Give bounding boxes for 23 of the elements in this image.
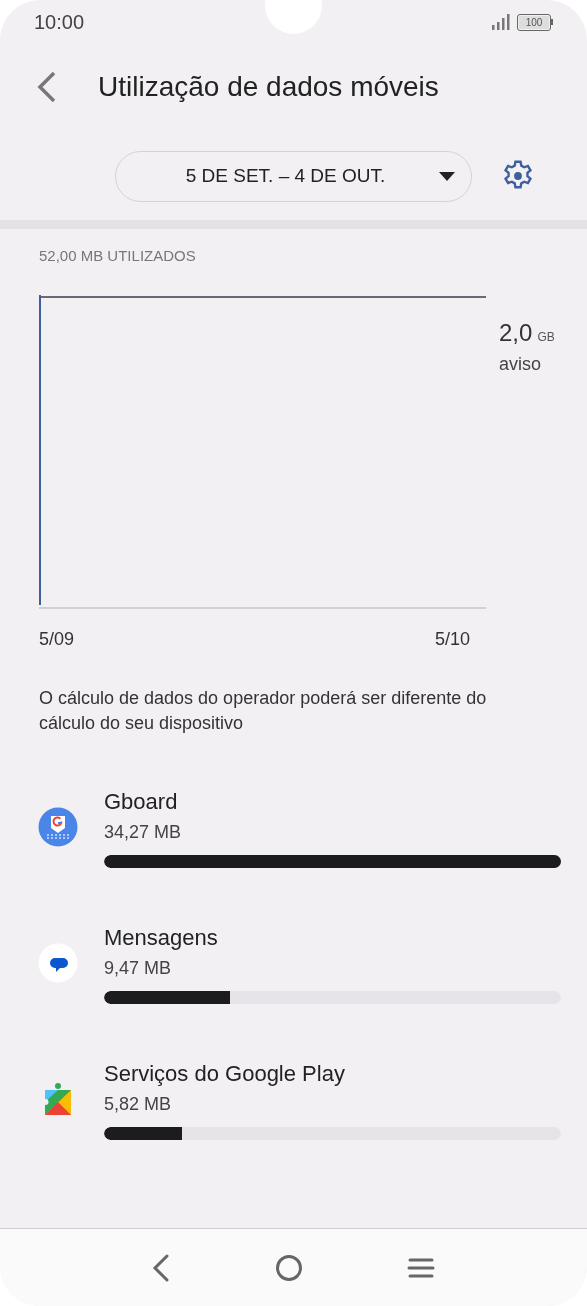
app-name[interactable]: Gboard [104,786,561,817]
app-usage: 9,47 MB [104,956,173,980]
app-name[interactable]: Serviços do Google Play [104,1058,561,1089]
app-usage: 5,82 MB [104,1092,173,1116]
nav-menu-button[interactable] [407,1256,436,1279]
chat-bubble-icon [38,943,78,983]
caret-icon [439,171,455,181]
warning-label: aviso [499,352,543,376]
nav-home-button[interactable] [275,1253,304,1282]
puzzle-piece-icon [44,1082,72,1116]
axis-label: 5/09 [39,627,75,651]
signal-icon [491,14,511,30]
status-time: 10:00 [34,10,85,35]
axis-label: 5/10 [434,627,470,651]
warning-value: 2,0 [499,317,533,348]
keyboard-app-icon [38,807,78,847]
page-title: Utilização de dados móveis [98,70,439,104]
app-usage: 34,27 MB [104,820,183,844]
app-name[interactable]: Mensagens [104,922,561,953]
carrier-note: O cálculo de dados do operador poderá ser diferente do cálculo do seu dispositivo [39,686,488,735]
warning-unit: GB [537,328,555,346]
battery-icon: 100 [517,13,553,31]
usage-total: 52,00 MB UTILIZADOS [39,246,197,266]
